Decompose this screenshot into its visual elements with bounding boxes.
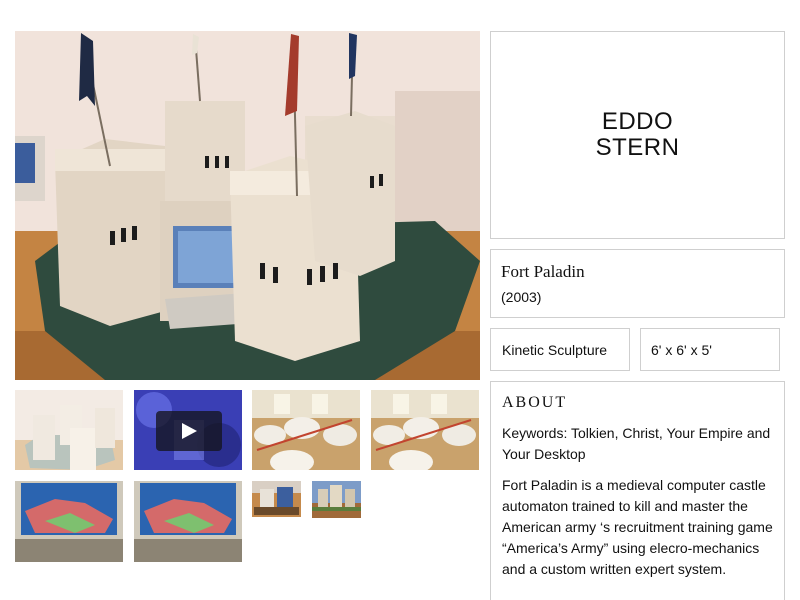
artist-name-line2: STERN [595, 134, 680, 161]
thumbnail-3[interactable] [252, 390, 360, 470]
thumbnail-7[interactable] [252, 481, 301, 517]
artist-name: EDDO STERN [596, 109, 680, 161]
about-description: Fort Paladin is a medieval computer cast… [502, 477, 773, 577]
medium-label: Kinetic Sculpture [502, 341, 608, 358]
castle-thumbnail-image [15, 390, 123, 470]
about-heading: ABOUT [502, 394, 568, 411]
thumbnail-8[interactable] [312, 481, 361, 518]
thumbnail-video[interactable] [134, 390, 242, 470]
play-icon [182, 423, 197, 439]
artist-name-line1: EDDO [601, 108, 674, 135]
thumbnail-4[interactable] [371, 390, 479, 470]
work-title: Fort Paladin [501, 262, 585, 281]
about-keywords: Keywords: Tolkien, Christ, Your Empire a… [502, 425, 771, 462]
castle-photo [15, 31, 480, 380]
work-title-card: Fort Paladin (2003) [490, 249, 785, 318]
work-year: (2003) [501, 289, 542, 305]
artist-card[interactable]: EDDO STERN [490, 31, 785, 239]
dimensions-label: 6' x 6' x 5' [651, 341, 712, 358]
screen-thumbnail-image-2 [134, 481, 242, 562]
thumbnail-1[interactable] [15, 390, 123, 470]
towers-thumbnail-image [252, 390, 360, 470]
main-artwork-image[interactable] [15, 31, 480, 380]
towers-thumbnail-image-2 [371, 390, 479, 470]
about-card: ABOUT Keywords: Tolkien, Christ, Your Em… [490, 381, 785, 600]
small-castle-thumbnail-image [252, 481, 301, 517]
screen-thumbnail-image [15, 481, 123, 562]
medium-tag[interactable]: Kinetic Sculpture [490, 328, 630, 371]
play-button[interactable] [156, 411, 222, 451]
exterior-thumbnail-image [312, 481, 361, 518]
thumbnail-6[interactable] [134, 481, 242, 562]
thumbnail-5[interactable] [15, 481, 123, 562]
dimensions-card: 6' x 6' x 5' [640, 328, 780, 371]
